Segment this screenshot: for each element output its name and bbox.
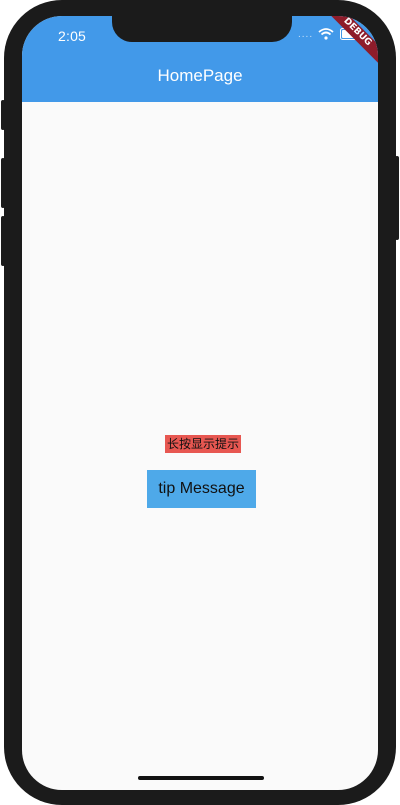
status-time: 2:05: [58, 28, 87, 44]
screen: 2:05 .... DEBUG HomePage 长按显示提示 tip Mess…: [22, 16, 378, 790]
long-press-tooltip-label[interactable]: 长按显示提示: [165, 435, 242, 453]
debug-banner-label: DEBUG: [326, 16, 378, 68]
tip-message-button[interactable]: tip Message: [147, 470, 256, 508]
volume-down-button: [1, 216, 5, 266]
notch: [112, 16, 292, 42]
app-bar: 2:05 .... DEBUG HomePage: [22, 16, 378, 102]
volume-up-button: [1, 158, 5, 208]
signal-icon: ....: [298, 29, 314, 40]
home-indicator[interactable]: [138, 776, 264, 780]
power-button: [395, 156, 399, 240]
mute-switch: [1, 100, 5, 130]
debug-banner: DEBUG: [326, 16, 378, 68]
page-title: HomePage: [157, 66, 243, 85]
